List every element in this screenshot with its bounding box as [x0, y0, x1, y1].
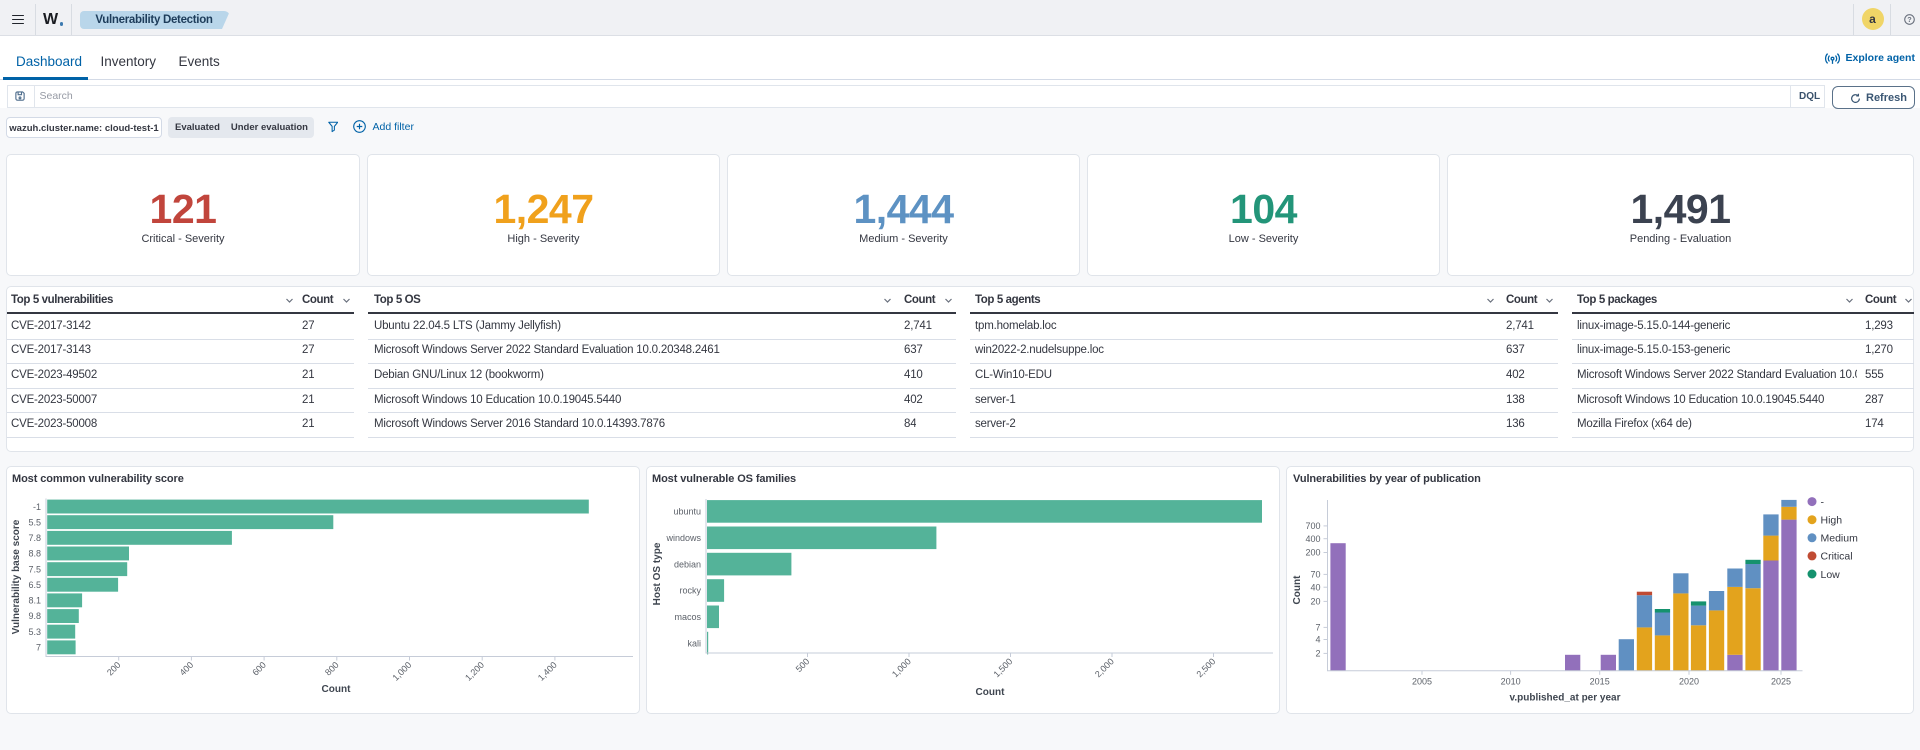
svg-text:Most common vulnerability scor: Most common vulnerability score: [12, 473, 184, 485]
svg-text:1,500: 1,500: [991, 656, 1014, 679]
svg-text:Critical: Critical: [1821, 551, 1853, 563]
svg-text:Count: Count: [1292, 575, 1303, 605]
svg-text:ubuntu: ubuntu: [673, 507, 701, 517]
svg-text:2025: 2025: [1771, 677, 1791, 687]
svg-text:500: 500: [794, 656, 812, 674]
svg-text:2,500: 2,500: [1194, 656, 1217, 679]
svg-text:2: 2: [1315, 649, 1320, 659]
svg-text:400: 400: [178, 660, 196, 678]
svg-text:7.8: 7.8: [28, 533, 41, 543]
svg-text:6.5: 6.5: [28, 580, 41, 590]
svg-text:High: High: [1821, 515, 1843, 527]
svg-text:2010: 2010: [1501, 677, 1521, 687]
svg-text:Host OS type: Host OS type: [652, 542, 663, 605]
svg-text:Vulnerabilities by year of pub: Vulnerabilities by year of publication: [1293, 473, 1481, 485]
svg-text:Count: Count: [976, 687, 1006, 698]
svg-text:2,000: 2,000: [1093, 656, 1116, 679]
svg-text:9.8: 9.8: [28, 611, 41, 621]
svg-text:5.3: 5.3: [28, 627, 41, 637]
svg-text:macos: macos: [674, 612, 701, 622]
svg-text:kali: kali: [687, 638, 701, 648]
svg-text:70: 70: [1310, 570, 1320, 580]
svg-text:200: 200: [1305, 548, 1320, 558]
svg-text:1,200: 1,200: [463, 660, 486, 683]
svg-text:-1: -1: [33, 502, 41, 512]
svg-text:Medium: Medium: [1821, 533, 1859, 545]
svg-text:7: 7: [1315, 623, 1320, 633]
svg-text:600: 600: [250, 660, 268, 678]
svg-text:7.5: 7.5: [28, 564, 41, 574]
svg-text:40: 40: [1310, 582, 1320, 592]
svg-text:Count: Count: [322, 684, 352, 695]
svg-text:4: 4: [1315, 635, 1320, 645]
svg-text:1,400: 1,400: [536, 660, 559, 683]
svg-text:debian: debian: [674, 559, 701, 569]
svg-text:8.8: 8.8: [28, 549, 41, 559]
svg-text:5.5: 5.5: [28, 517, 41, 527]
svg-text:200: 200: [105, 660, 123, 678]
svg-text:Most vulnerable OS families: Most vulnerable OS families: [652, 473, 796, 485]
svg-text:800: 800: [323, 660, 341, 678]
svg-text:?: ?: [1907, 15, 1912, 24]
svg-text:v.published_at per year: v.published_at per year: [1510, 693, 1621, 704]
svg-text:2020: 2020: [1679, 677, 1699, 687]
svg-text:8.1: 8.1: [28, 596, 41, 606]
svg-text:700: 700: [1305, 521, 1320, 531]
svg-text:Low: Low: [1821, 569, 1841, 581]
svg-text:7: 7: [36, 643, 41, 653]
svg-text:1,000: 1,000: [890, 656, 913, 679]
svg-text:2015: 2015: [1590, 677, 1610, 687]
svg-text:1,000: 1,000: [390, 660, 413, 683]
svg-text:windows: windows: [665, 533, 701, 543]
svg-text:Vulnerability base score: Vulnerability base score: [11, 519, 22, 634]
svg-text:rocky: rocky: [679, 586, 701, 596]
svg-text:400: 400: [1305, 534, 1320, 544]
svg-text:2005: 2005: [1412, 677, 1432, 687]
svg-text:-: -: [1821, 496, 1825, 508]
svg-text:20: 20: [1310, 597, 1320, 607]
